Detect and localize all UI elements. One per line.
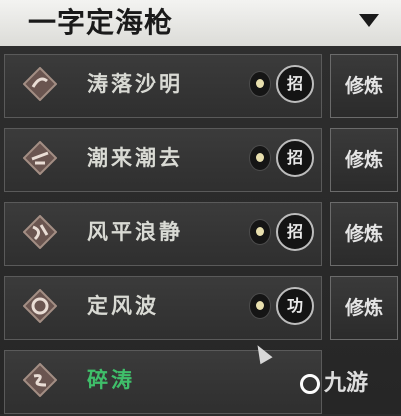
skill-name: 碎涛	[87, 368, 135, 392]
cultivate-button[interactable]: 修炼	[330, 202, 398, 266]
skill-diamond-icon	[23, 289, 57, 323]
skill-type-badge: 招	[276, 139, 314, 177]
skill-name: 定风波	[87, 294, 159, 318]
coin-icon	[249, 71, 271, 97]
skill-diamond-icon	[23, 141, 57, 175]
skill-name: 风平浪静	[87, 220, 183, 244]
coin-icon	[249, 293, 271, 319]
logo-icon	[300, 374, 320, 394]
watermark-text: 九游	[324, 371, 369, 396]
skill-type-badge: 招	[276, 65, 314, 103]
coin-icon	[249, 219, 271, 245]
skill-diamond-icon	[23, 363, 57, 397]
skill-row: 定风波 功 修炼	[0, 276, 401, 342]
skill-diamond-icon	[23, 215, 57, 249]
skill-card[interactable]: 潮来潮去 招	[4, 128, 322, 192]
skill-card[interactable]: 风平浪静 招	[4, 202, 322, 266]
skill-card[interactable]: 碎涛	[4, 350, 322, 414]
skill-type-badge: 招	[276, 213, 314, 251]
skill-card[interactable]: 涛落沙明 招	[4, 54, 322, 118]
skill-row: 潮来潮去 招 修炼	[0, 128, 401, 194]
cultivate-button[interactable]: 修炼	[330, 54, 398, 118]
cultivate-button[interactable]: 修炼	[330, 128, 398, 192]
skill-row: 涛落沙明 招 修炼	[0, 54, 401, 120]
cultivate-button[interactable]: 修炼	[330, 276, 398, 340]
skill-card[interactable]: 定风波 功	[4, 276, 322, 340]
weapon-title: 一字定海枪	[28, 6, 174, 39]
skill-name: 涛落沙明	[87, 72, 183, 96]
header-bar: 一字定海枪	[0, 0, 401, 47]
skill-row: 风平浪静 招 修炼	[0, 202, 401, 268]
triangle-down-icon[interactable]	[359, 14, 379, 27]
watermark: 九游	[300, 370, 368, 398]
skill-type-badge: 功	[276, 287, 314, 325]
skill-name: 潮来潮去	[87, 146, 183, 170]
coin-icon	[249, 145, 271, 171]
skill-diamond-icon	[23, 67, 57, 101]
skill-list: 涛落沙明 招 修炼 潮来潮去 招 修炼 风平浪静 招 修炼 定风波 功 修炼 碎…	[0, 46, 401, 414]
